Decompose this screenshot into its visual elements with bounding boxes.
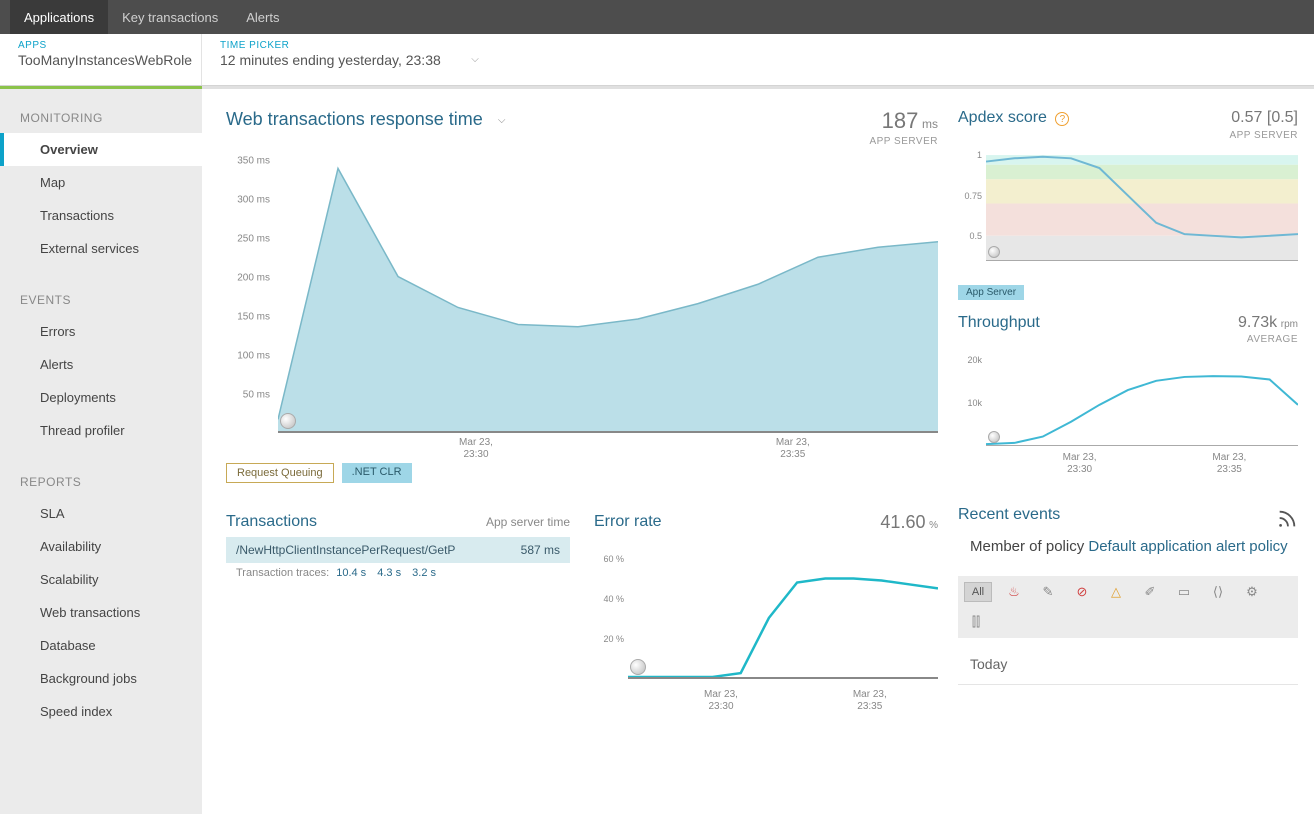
- loading-strip: [0, 86, 1314, 89]
- response-time-title-text: Web transactions response time: [226, 109, 483, 129]
- app-picker[interactable]: APPS TooManyInstancesWebRole ⌵: [0, 34, 202, 85]
- trace-link[interactable]: 10.4 s: [336, 567, 366, 579]
- sidebar-head-monitoring: MONITORING: [0, 107, 202, 133]
- event-filter-bar: All ♨ ✎ ⊘ △ ✐ ▭ ⟨⟩ ⚙ ⫿⫿: [958, 576, 1298, 638]
- transaction-time: 587 ms: [521, 543, 560, 557]
- sidebar-item-speed-index[interactable]: Speed index: [0, 695, 202, 728]
- context-bar: APPS TooManyInstancesWebRole ⌵ TIME PICK…: [0, 34, 1314, 86]
- response-time-unit: ms: [922, 117, 938, 131]
- trace-link[interactable]: 4.3 s: [377, 567, 401, 579]
- sidebar-item-thread-profiler[interactable]: Thread profiler: [0, 414, 202, 447]
- apdex-legend[interactable]: App Server: [958, 285, 1024, 300]
- policy-text: Member of policy Default application ale…: [970, 532, 1298, 562]
- error-rate-panel: Error rate 41.60 % 20 %40 %60 % Mar 23,2…: [594, 513, 938, 699]
- sidebar-item-availability[interactable]: Availability: [0, 530, 202, 563]
- sidebar-item-external-services[interactable]: External services: [0, 232, 202, 265]
- transaction-row[interactable]: /NewHttpClientInstancePerRequest/GetP 58…: [226, 537, 570, 563]
- transaction-traces: Transaction traces: 10.4 s 4.3 s 3.2 s: [226, 563, 570, 583]
- trace-link[interactable]: 3.2 s: [412, 567, 436, 579]
- throughput-header: Throughput 9.73k rpm AVERAGE: [958, 314, 1298, 346]
- bar-chart-icon[interactable]: ⫿⫿: [964, 612, 988, 632]
- pencil-icon[interactable]: ✎: [1036, 582, 1060, 602]
- chevron-down-icon: ⌵: [471, 54, 479, 65]
- nav-key-transactions[interactable]: Key transactions: [108, 0, 232, 34]
- chevron-down-icon: ⌵: [498, 115, 506, 126]
- apdex-metric: 0.57 [0.5] APP SERVER: [1229, 109, 1298, 141]
- throughput-title: Throughput: [958, 314, 1040, 332]
- time-picker[interactable]: TIME PICKER 12 minutes ending yesterday,…: [202, 34, 459, 85]
- error-rate-metric: 41.60 %: [880, 513, 938, 533]
- nav-alerts[interactable]: Alerts: [232, 0, 293, 34]
- error-rate-value: 41.60: [880, 512, 925, 532]
- events-today-heading: Today: [958, 656, 1298, 685]
- flame-icon[interactable]: ♨: [1002, 582, 1026, 602]
- error-rate-chart[interactable]: 20 %40 %60 % Mar 23,23:30Mar 23,23:35: [594, 539, 938, 699]
- apdex-title-text: Apdex score: [958, 109, 1047, 126]
- sidebar-item-sla[interactable]: SLA: [0, 497, 202, 530]
- sidebar-head-events: EVENTS: [0, 289, 202, 315]
- response-time-value: 187: [882, 108, 919, 133]
- throughput-unit: rpm: [1281, 319, 1298, 330]
- gear-icon[interactable]: ⚙: [1240, 582, 1264, 602]
- chart-scrubber[interactable]: [988, 431, 1000, 443]
- filter-all[interactable]: All: [964, 582, 992, 602]
- apdex-title: Apdex score ?: [958, 109, 1069, 127]
- transactions-panel: Transactions App server time /NewHttpCli…: [226, 513, 570, 699]
- error-circle-icon[interactable]: ⊘: [1070, 582, 1094, 602]
- rss-icon[interactable]: [1276, 508, 1298, 530]
- sidebar-item-errors[interactable]: Errors: [0, 315, 202, 348]
- recent-events-title: Recent events: [958, 506, 1060, 523]
- time-picker-value: 12 minutes ending yesterday, 23:38: [220, 52, 441, 68]
- time-picker-label: TIME PICKER: [220, 40, 441, 51]
- trace-label: Transaction traces:: [236, 567, 329, 579]
- transactions-title: Transactions: [226, 513, 317, 531]
- sidebar-item-map[interactable]: Map: [0, 166, 202, 199]
- error-rate-unit: %: [929, 520, 938, 531]
- sidebar-item-deployments[interactable]: Deployments: [0, 381, 202, 414]
- sidebar-item-database[interactable]: Database: [0, 629, 202, 662]
- throughput-sub: AVERAGE: [1247, 334, 1298, 345]
- recent-events-panel: Recent events Member of policy Default a…: [958, 506, 1298, 685]
- error-rate-title: Error rate: [594, 513, 662, 531]
- throughput-value: 9.73k: [1238, 314, 1277, 331]
- sidebar: MONITORING Overview Map Transactions Ext…: [0, 89, 202, 814]
- response-time-title[interactable]: Web transactions response time ⌵: [226, 109, 505, 130]
- sidebar-item-background-jobs[interactable]: Background jobs: [0, 662, 202, 695]
- response-time-chart[interactable]: 50 ms100 ms150 ms200 ms250 ms300 ms350 m…: [226, 153, 938, 453]
- sidebar-head-reports: REPORTS: [0, 471, 202, 497]
- warning-icon[interactable]: △: [1104, 582, 1128, 602]
- sidebar-item-scalability[interactable]: Scalability: [0, 563, 202, 596]
- edit-box-icon[interactable]: ✐: [1138, 582, 1162, 602]
- sidebar-item-alerts[interactable]: Alerts: [0, 348, 202, 381]
- sidebar-item-transactions[interactable]: Transactions: [0, 199, 202, 232]
- policy-link[interactable]: Default application alert policy: [1088, 538, 1287, 555]
- transaction-name: /NewHttpClientInstancePerRequest/GetP: [236, 543, 455, 557]
- sidebar-item-overview[interactable]: Overview: [0, 133, 202, 166]
- policy-prefix: Member of policy: [970, 538, 1088, 555]
- chart-scrubber[interactable]: [988, 246, 1000, 258]
- app-picker-label: APPS: [18, 40, 183, 51]
- apdex-sub: APP SERVER: [1229, 130, 1298, 141]
- response-time-metric: 187 ms APP SERVER: [869, 109, 938, 147]
- app-picker-value: TooManyInstancesWebRole: [18, 52, 183, 68]
- chevron-down-icon: ⌵: [183, 54, 191, 65]
- response-time-sub: APP SERVER: [869, 136, 938, 147]
- code-icon[interactable]: ⟨⟩: [1206, 582, 1230, 602]
- transactions-sub: App server time: [486, 515, 570, 529]
- monitor-icon[interactable]: ▭: [1172, 582, 1196, 602]
- top-nav: Applications Key transactions Alerts: [0, 0, 1314, 34]
- apdex-header: Apdex score ? 0.57 [0.5] APP SERVER: [958, 109, 1298, 141]
- throughput-chart[interactable]: 10k20k Mar 23,23:30Mar 23,23:35: [958, 352, 1298, 462]
- response-time-header: Web transactions response time ⌵ 187 ms …: [226, 109, 938, 147]
- sidebar-item-web-transactions[interactable]: Web transactions: [0, 596, 202, 629]
- help-icon[interactable]: ?: [1055, 112, 1069, 126]
- apdex-chart[interactable]: 0.50.751: [958, 147, 1298, 277]
- nav-applications[interactable]: Applications: [10, 0, 108, 34]
- throughput-metric: 9.73k rpm AVERAGE: [1238, 314, 1298, 346]
- apdex-value: 0.57 [0.5]: [1231, 109, 1298, 126]
